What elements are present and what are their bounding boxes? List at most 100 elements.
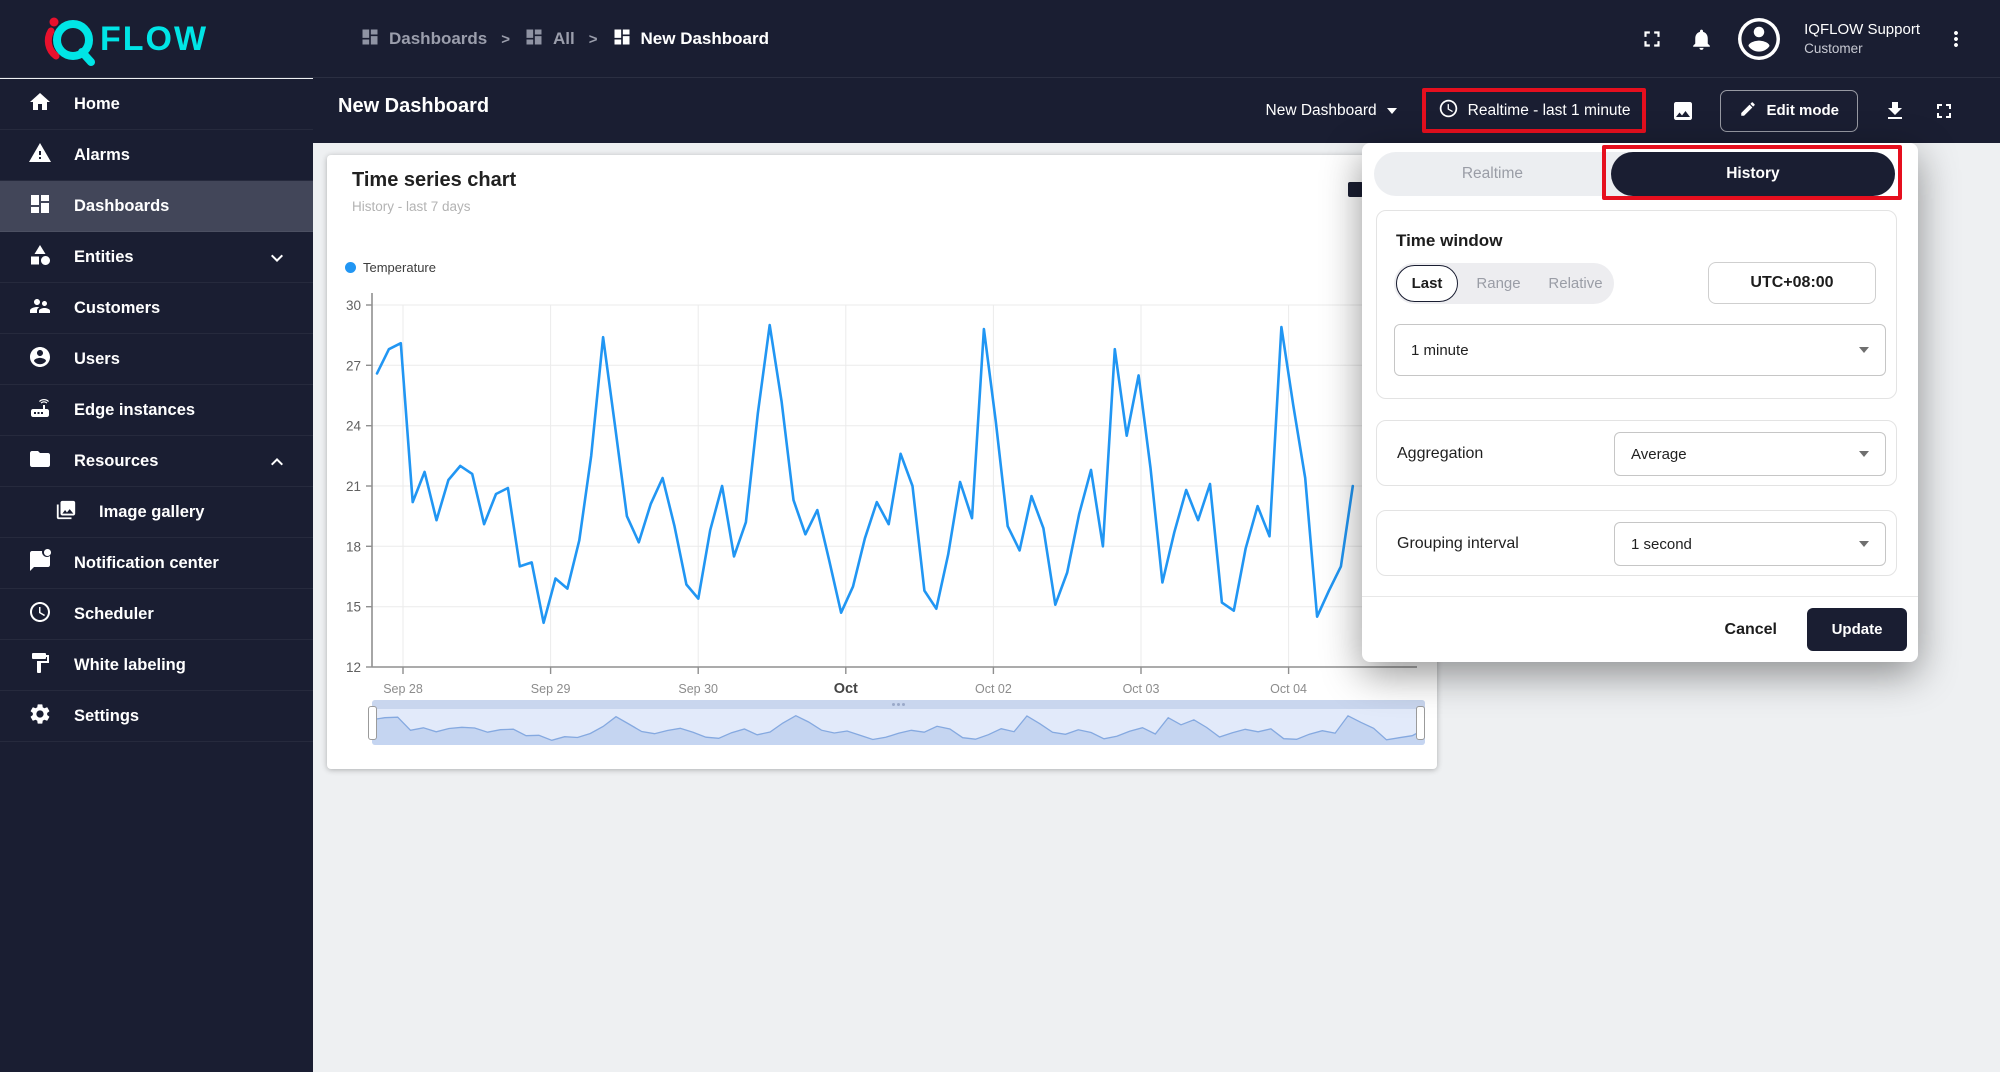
entities-icon — [28, 243, 52, 272]
svg-text:Oct 03: Oct 03 — [1123, 682, 1160, 696]
grouping-interval-label: Grouping interval — [1397, 511, 1519, 577]
scrollbar-grip-icon[interactable] — [892, 703, 906, 706]
notifications-bell-button[interactable] — [1689, 27, 1714, 52]
avatar[interactable] — [1738, 18, 1780, 60]
sidebar-item-label: Alarms — [74, 146, 130, 165]
mode-last[interactable]: Last — [1396, 265, 1458, 302]
tab-history[interactable]: History — [1611, 152, 1895, 196]
sidebar-item-resources[interactable]: Resources — [0, 436, 313, 487]
sidebar-item-label: Users — [74, 350, 120, 369]
timewindow-label: Realtime - last 1 minute — [1468, 102, 1631, 120]
sidebar-item-edge-instances[interactable]: Edge instances — [0, 385, 313, 436]
kebab-menu-icon[interactable] — [1944, 27, 1968, 51]
svg-text:24: 24 — [346, 419, 362, 434]
cancel-button[interactable]: Cancel — [1725, 621, 1777, 639]
sidebar-item-home[interactable]: Home — [0, 79, 313, 130]
sidebar-item-label: Image gallery — [99, 503, 204, 522]
aggregation-section: Aggregation Average — [1376, 420, 1897, 486]
logo-text: FLOW — [100, 20, 208, 59]
header-actions: IQFLOW Support Customer — [1639, 0, 1968, 78]
breadcrumb-label: All — [553, 29, 575, 49]
breadcrumb-item[interactable]: New Dashboard — [612, 27, 769, 52]
edit-mode-button[interactable]: Edit mode — [1720, 90, 1858, 132]
grouping-interval-section: Grouping interval 1 second — [1376, 510, 1897, 576]
sidebar-item-label: Notification center — [74, 554, 219, 573]
dashboards-grid-icon — [360, 27, 380, 52]
chevron-down-icon — [1859, 541, 1869, 547]
sidebar-item-label: Dashboards — [74, 197, 169, 216]
sidebar-item-scheduler[interactable]: Scheduler — [0, 589, 313, 640]
sidebar-item-entities[interactable]: Entities — [0, 232, 313, 283]
grouping-interval-value: 1 second — [1631, 536, 1692, 553]
settings-icon — [28, 702, 52, 731]
user-name: IQFLOW Support — [1804, 20, 1920, 40]
whitelabel-icon — [28, 651, 52, 680]
sidebar-item-label: Scheduler — [74, 605, 154, 624]
sidebar-item-label: Edge instances — [74, 401, 195, 420]
timewindow-button[interactable]: Realtime - last 1 minute — [1426, 92, 1643, 129]
chevron-down-icon — [1859, 347, 1869, 353]
sidebar-item-alarms[interactable]: Alarms — [0, 130, 313, 181]
header-fullscreen-button[interactable] — [1639, 26, 1665, 52]
chevron-down-icon — [1387, 108, 1397, 114]
sidebar: Home Alarms Dashboards Entities Customers Use… — [0, 79, 313, 1072]
update-button[interactable]: Update — [1807, 608, 1907, 651]
sidebar-item-settings[interactable]: Settings — [0, 691, 313, 742]
user-role: Customer — [1804, 40, 1920, 58]
sidebar-item-label: Entities — [74, 248, 134, 267]
svg-text:12: 12 — [346, 660, 361, 675]
sidebar-item-users[interactable]: Users — [0, 334, 313, 385]
svg-text:Sep 30: Sep 30 — [678, 682, 718, 696]
aggregation-label: Aggregation — [1397, 421, 1483, 487]
dashboard-image-icon[interactable] — [1671, 99, 1695, 123]
sidebar-item-dashboards[interactable]: Dashboards — [0, 181, 313, 232]
mode-range[interactable]: Range — [1460, 263, 1537, 304]
breadcrumb-item[interactable]: Dashboards — [360, 27, 487, 52]
users-icon — [28, 345, 52, 374]
sidebar-item-image-gallery[interactable]: Image gallery — [0, 487, 313, 538]
timezone-button[interactable]: UTC+08:00 — [1708, 262, 1876, 304]
scrollbar-top-band[interactable] — [372, 700, 1425, 709]
home-icon — [28, 90, 52, 119]
chart-range-scrollbar[interactable] — [372, 700, 1425, 745]
sidebar-item-label: Resources — [74, 452, 158, 471]
tab-realtime[interactable]: Realtime — [1374, 152, 1611, 196]
download-icon[interactable] — [1883, 99, 1907, 123]
timewindow-popup: RealtimeHistory Time window LastRangeRel… — [1362, 143, 1918, 662]
breadcrumb-item[interactable]: All — [524, 27, 575, 52]
aggregation-select[interactable]: Average — [1614, 432, 1886, 476]
dashboard-state-select[interactable]: New Dashboard — [1266, 102, 1397, 120]
alarms-icon — [28, 141, 52, 170]
iqflow-logo[interactable]: FLOW — [42, 12, 208, 66]
interval-select[interactable]: 1 minute — [1394, 324, 1886, 376]
mode-relative[interactable]: Relative — [1537, 263, 1614, 304]
dashboards-grid-icon — [612, 27, 632, 52]
svg-text:27: 27 — [346, 358, 361, 373]
svg-text:30: 30 — [346, 298, 361, 313]
svg-text:Sep 29: Sep 29 — [531, 682, 571, 696]
interval-value: 1 minute — [1411, 342, 1469, 359]
edit-mode-label: Edit mode — [1766, 102, 1839, 119]
sidebar-item-customers[interactable]: Customers — [0, 283, 313, 334]
sidebar-item-label: Settings — [74, 707, 139, 726]
sidebar-item-label: Customers — [74, 299, 160, 318]
svg-text:Oct 04: Oct 04 — [1270, 682, 1307, 696]
sidebar-item-white-labeling[interactable]: White labeling — [0, 640, 313, 691]
aggregation-value: Average — [1631, 446, 1687, 463]
chevron-up-icon[interactable] — [265, 450, 289, 479]
grouping-interval-select[interactable]: 1 second — [1614, 522, 1886, 566]
clock-icon — [1438, 98, 1459, 124]
dashboard-state-value: New Dashboard — [1266, 102, 1377, 120]
breadcrumb-separator: > — [501, 31, 510, 48]
dashboards-icon — [28, 192, 52, 221]
scrollbar-left-handle[interactable] — [368, 706, 377, 740]
chevron-down-icon[interactable] — [265, 246, 289, 275]
toolbar-fullscreen-icon[interactable] — [1932, 99, 1956, 123]
breadcrumb-label: New Dashboard — [641, 29, 769, 49]
timewindow-highlight-box: Realtime - last 1 minute — [1422, 88, 1647, 133]
svg-text:Oct: Oct — [834, 681, 858, 697]
user-info: IQFLOW Support Customer — [1804, 20, 1920, 58]
toolbar-actions: New Dashboard Realtime - last 1 minute E… — [1266, 78, 1956, 143]
scrollbar-right-handle[interactable] — [1416, 706, 1425, 740]
sidebar-item-notification-center[interactable]: Notification center — [0, 538, 313, 589]
